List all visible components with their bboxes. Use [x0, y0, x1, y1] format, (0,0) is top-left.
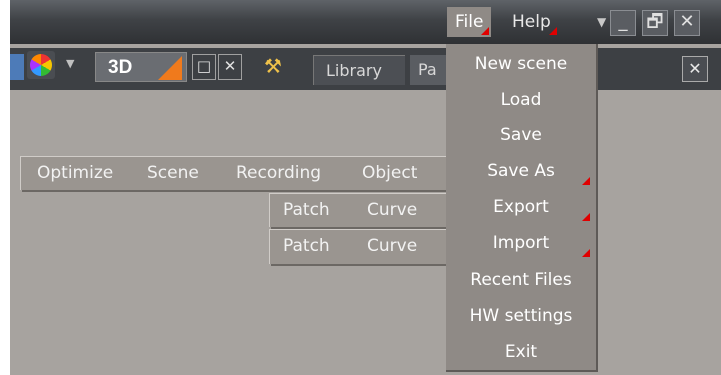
tab-pa-label: Pa [418, 60, 437, 79]
close-panel-icon[interactable]: ✕ [682, 56, 708, 82]
menu-object[interactable]: Object [362, 157, 417, 190]
submenu-arrow-icon [582, 177, 590, 185]
palette-icon[interactable] [27, 51, 55, 79]
object-menu-bar: Optimize Scene Recording Object [20, 156, 449, 190]
tab-library[interactable]: Library [313, 55, 405, 85]
tools-icon[interactable]: ⚒ [264, 54, 282, 78]
menu-curve[interactable]: Curve [367, 194, 417, 227]
menu-item-label: Recent Files [470, 270, 572, 290]
menu-scene[interactable]: Scene [147, 157, 199, 190]
left-margin [0, 0, 10, 375]
minimize-icon[interactable]: _ [610, 10, 636, 36]
menu-item-label: Load [500, 90, 542, 110]
submenu-patch-curve-2: Patch Curve [269, 229, 449, 264]
menu-curve[interactable]: Curve [367, 230, 417, 263]
menu-patch[interactable]: Patch [283, 230, 330, 263]
menu-optimize[interactable]: Optimize [37, 157, 113, 190]
submenu-indicator-icon [548, 27, 557, 35]
close-icon[interactable]: ✕ [674, 10, 700, 36]
submenu-indicator-icon [481, 27, 490, 35]
menu-item-recent-files[interactable]: Recent Files [446, 262, 596, 298]
submenu-arrow-icon [582, 213, 590, 221]
menu-item-label: Exit [504, 342, 538, 362]
menu-item-save[interactable]: Save [446, 117, 596, 153]
menu-item-export[interactable]: Export [446, 189, 596, 225]
menu-help-label: Help [512, 12, 551, 32]
menu-recording[interactable]: Recording [236, 157, 321, 190]
view-corner-icon [158, 56, 182, 80]
restore-icon[interactable]: 🗗 [642, 10, 668, 36]
submenu-patch-curve-1: Patch Curve [269, 193, 449, 227]
toolbar: ▼ 3D □ ✕ ⚒ Library Pa ✕ [10, 44, 721, 96]
toolbar-blue-icon[interactable] [10, 54, 24, 80]
menu-item-save-as[interactable]: Save As [446, 153, 596, 189]
menu-item-label: New scene [474, 54, 568, 74]
menu-item-label: Import [492, 233, 550, 253]
maximize-view-icon[interactable]: □ [192, 54, 216, 80]
title-bar: File Help ▼ _ 🗗 ✕ [10, 0, 721, 44]
palette-colors-icon [30, 54, 52, 76]
menu-item-hw-settings[interactable]: HW settings [446, 298, 596, 334]
menu-help[interactable]: Help [504, 7, 559, 37]
tab-library-label: Library [326, 61, 382, 80]
menu-item-new-scene[interactable]: New scene [446, 46, 596, 82]
menu-item-import[interactable]: Import [446, 225, 596, 261]
submenu-arrow-icon [582, 249, 590, 257]
menu-item-load[interactable]: Load [446, 82, 596, 118]
menu-item-label: Export [493, 197, 549, 217]
file-dropdown-menu: New scene Load Save Save As Export Impor… [446, 44, 598, 372]
close-view-icon[interactable]: ✕ [218, 54, 242, 80]
menu-patch[interactable]: Patch [283, 194, 330, 227]
menu-item-label: Save [500, 125, 542, 145]
chevron-down-icon[interactable]: ▼ [597, 15, 606, 29]
view-mode-3d[interactable]: 3D [95, 52, 187, 82]
menu-file[interactable]: File [447, 7, 492, 37]
menu-item-label: Save As [487, 161, 555, 181]
menu-item-label: HW settings [469, 306, 573, 326]
menu-item-exit[interactable]: Exit [446, 334, 596, 370]
chevron-down-icon[interactable]: ▼ [66, 57, 74, 70]
view-mode-label: 3D [108, 57, 133, 78]
menu-file-label: File [455, 12, 484, 32]
